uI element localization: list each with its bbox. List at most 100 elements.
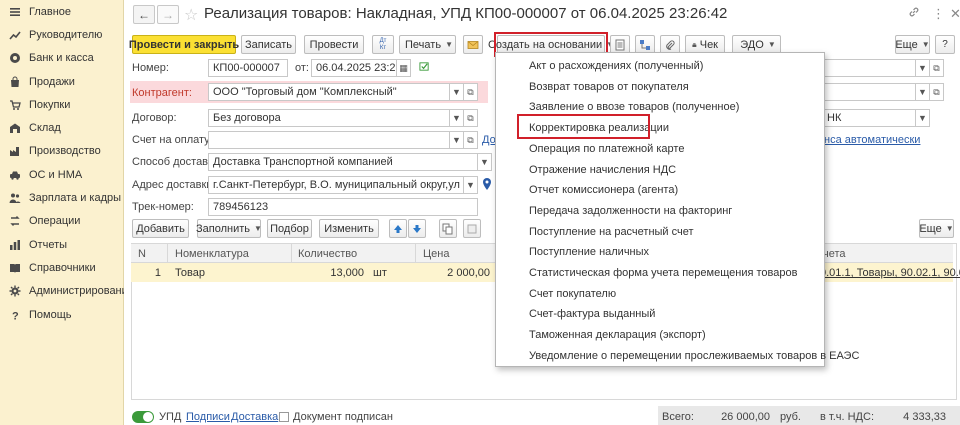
menu-item-0[interactable]: Акт о расхождениях (полученный) bbox=[529, 60, 703, 72]
arrow-up-icon bbox=[394, 224, 402, 233]
menu-item-3[interactable]: Корректировка реализации bbox=[529, 122, 669, 134]
menu-item-8[interactable]: Поступление на расчетный счет bbox=[529, 226, 694, 238]
date-field[interactable]: 06.04.2025 23:26:42 bbox=[311, 59, 397, 77]
menu-item-14[interactable]: Уведомление о перемещении прослеживаемых… bbox=[529, 350, 859, 362]
col-header-price[interactable]: Цена bbox=[423, 248, 449, 260]
number-field[interactable]: КП00-000007 bbox=[208, 59, 288, 77]
sidebar-item-13[interactable]: ? Помощь bbox=[0, 303, 123, 326]
bank-account-field[interactable]: НК bbox=[822, 109, 916, 127]
sidebar-item-4[interactable]: Покупки bbox=[0, 93, 123, 116]
counterparty-field[interactable]: ООО "Торговый дом "Комплексный" bbox=[208, 83, 450, 101]
menu-item-12[interactable]: Счет-фактура выданный bbox=[529, 308, 655, 320]
email-button[interactable] bbox=[463, 35, 483, 54]
total-value: 26 000,00 bbox=[721, 411, 770, 423]
close-icon[interactable]: ✕ bbox=[950, 6, 960, 22]
sidebar-item-7[interactable]: ОС и НМА bbox=[0, 163, 123, 186]
change-button[interactable]: Изменить bbox=[319, 219, 379, 238]
sidebar-item-2[interactable]: Банк и касса bbox=[0, 47, 123, 70]
menu-item-7[interactable]: Передача задолженности на факторинг bbox=[529, 205, 732, 217]
link-icon[interactable] bbox=[908, 6, 920, 21]
map-pin-icon[interactable] bbox=[482, 178, 492, 193]
sidebar-item-3[interactable]: Продажи bbox=[0, 70, 123, 93]
warehouse-field[interactable] bbox=[822, 83, 916, 101]
invoice-dropdown-button[interactable]: ▼ bbox=[450, 131, 464, 149]
move-up-button[interactable] bbox=[389, 219, 407, 238]
table-more-button[interactable]: Еще ▼ bbox=[919, 219, 954, 238]
sidebar-item-10[interactable]: Отчеты bbox=[0, 233, 123, 256]
settlements-link[interactable]: нса автоматически bbox=[824, 134, 920, 146]
post-and-close-button[interactable]: Провести и закрыть bbox=[129, 35, 239, 54]
counterparty-dropdown-button[interactable]: ▼ bbox=[450, 83, 464, 101]
menu-item-5[interactable]: Отражение начисления НДС bbox=[529, 164, 676, 176]
fill-button[interactable]: Заполнить ▼ bbox=[196, 219, 262, 238]
sidebar-item-6[interactable]: Производство bbox=[0, 140, 123, 163]
row-item[interactable]: Товар bbox=[175, 267, 205, 279]
row-accounts-link[interactable]: 0.01.1, Товары, 90.02.1, 90.03 bbox=[820, 267, 960, 279]
upd-toggle[interactable] bbox=[132, 411, 154, 423]
menu-item-1[interactable]: Возврат товаров от покупателя bbox=[529, 81, 689, 93]
sidebar-item-5[interactable]: Склад bbox=[0, 116, 123, 139]
delete-row-button[interactable] bbox=[463, 219, 481, 238]
signatures-link[interactable]: Подписи bbox=[186, 411, 230, 423]
list-report-icon bbox=[615, 39, 625, 50]
pick-button[interactable]: Подбор bbox=[267, 219, 312, 238]
contract-dropdown-button[interactable]: ▼ bbox=[450, 109, 464, 127]
organization-field[interactable] bbox=[822, 59, 916, 77]
warehouse-dropdown-button[interactable]: ▼ bbox=[916, 83, 930, 101]
help-button[interactable]: ? bbox=[935, 35, 955, 54]
move-down-button[interactable] bbox=[408, 219, 426, 238]
partial-link-do[interactable]: До bbox=[482, 134, 496, 146]
invoice-field[interactable] bbox=[208, 131, 450, 149]
contract-field[interactable]: Без договора bbox=[208, 109, 450, 127]
delivery-method-dropdown-button[interactable]: ▼ bbox=[478, 153, 492, 171]
document-signed-checkbox[interactable] bbox=[279, 412, 289, 422]
dtkt-button[interactable]: Дт Кт bbox=[372, 35, 394, 54]
menu-item-9[interactable]: Поступление наличных bbox=[529, 246, 649, 258]
counterparty-open-button[interactable]: ⧉ bbox=[464, 83, 478, 101]
contract-open-button[interactable]: ⧉ bbox=[464, 109, 478, 127]
track-number-field[interactable]: 789456123 bbox=[208, 198, 478, 216]
menu-item-13[interactable]: Таможенная декларация (экспорт) bbox=[529, 329, 706, 341]
sidebar-item-9[interactable]: Операции bbox=[0, 210, 123, 233]
copy-icon bbox=[442, 223, 453, 234]
date-picker-button[interactable]: ▦ bbox=[397, 59, 411, 77]
col-header-qty[interactable]: Количество bbox=[298, 248, 357, 260]
post-button[interactable]: Провести bbox=[304, 35, 364, 54]
sidebar-item-8[interactable]: Зарплата и кадры bbox=[0, 186, 123, 209]
organization-open-button[interactable]: ⧉ bbox=[930, 59, 944, 77]
row-qty[interactable]: 13,000 bbox=[330, 267, 364, 279]
menu-item-4[interactable]: Операция по платежной карте bbox=[529, 143, 684, 155]
menu-item-10[interactable]: Статистическая форма учета перемещения т… bbox=[529, 267, 797, 279]
paperclip-icon bbox=[666, 39, 675, 50]
favorite-star-icon[interactable]: ☆ bbox=[184, 5, 198, 25]
delivery-method-field[interactable]: Доставка Транспортной компанией bbox=[208, 153, 478, 171]
forward-button[interactable]: → bbox=[157, 5, 179, 24]
sidebar-item-11[interactable]: Справочники bbox=[0, 256, 123, 279]
sidebar-item-12[interactable]: Администрирование bbox=[0, 280, 134, 303]
organization-dropdown-button[interactable]: ▼ bbox=[916, 59, 930, 77]
delivery-link[interactable]: Доставка bbox=[231, 411, 278, 423]
delivery-address-dropdown-button[interactable]: ▼ bbox=[464, 176, 478, 194]
warehouse-open-button[interactable]: ⧉ bbox=[930, 83, 944, 101]
bank-account-dropdown-button[interactable]: ▼ bbox=[916, 109, 930, 127]
save-button[interactable]: Записать bbox=[241, 35, 296, 54]
menu-item-2[interactable]: Заявление о ввозе товаров (полученное) bbox=[529, 101, 739, 113]
sidebar-item-1[interactable]: Руководителю bbox=[0, 23, 123, 46]
invoice-open-button[interactable]: ⧉ bbox=[464, 131, 478, 149]
menu-item-6[interactable]: Отчет комиссионера (агента) bbox=[529, 184, 678, 196]
vat-label: в т.ч. НДС: bbox=[820, 411, 875, 423]
back-button[interactable]: ← bbox=[133, 5, 155, 24]
sidebar-item-label: Главное bbox=[29, 5, 72, 18]
sidebar-item-0[interactable]: Главное bbox=[0, 0, 123, 23]
col-header-accounts[interactable]: чета bbox=[823, 248, 846, 260]
more-vertical-icon[interactable]: ⋮ bbox=[932, 6, 945, 22]
print-button[interactable]: Печать ▼ bbox=[399, 35, 456, 54]
col-header-n[interactable]: N bbox=[138, 248, 146, 260]
col-header-item[interactable]: Номенклатура bbox=[175, 248, 249, 260]
row-price[interactable]: 2 000,00 bbox=[447, 267, 490, 279]
copy-row-button[interactable] bbox=[439, 219, 457, 238]
menu-item-11[interactable]: Счет покупателю bbox=[529, 288, 616, 300]
add-row-button[interactable]: Добавить bbox=[132, 219, 189, 238]
more-button[interactable]: Еще ▼ bbox=[895, 35, 930, 54]
delivery-address-field[interactable]: г.Санкт-Петербург, В.О. муниципальный ок… bbox=[208, 176, 464, 194]
